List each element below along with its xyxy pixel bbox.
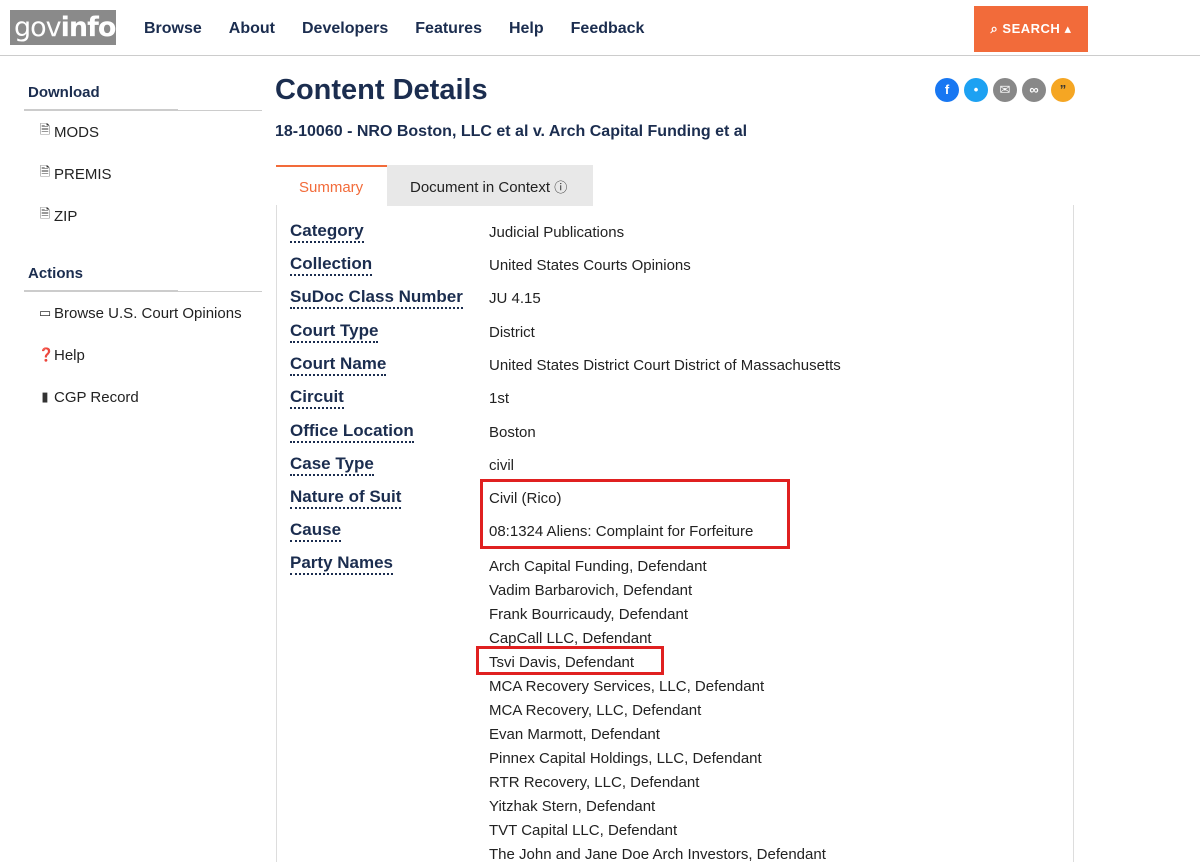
list-item: RTR Recovery, LLC, Defendant	[489, 774, 700, 791]
party-list: Arch Capital Funding, Defendant Vadim Ba…	[489, 555, 826, 862]
detail-value: United States District Court District of…	[489, 357, 841, 374]
action-browse-label: Browse U.S. Court Opinions	[54, 304, 242, 322]
detail-label: Circuit	[290, 387, 344, 409]
detail-label: Court Name	[290, 354, 387, 376]
file-archive-icon: 🗎	[39, 206, 51, 221]
download-zip-label: ZIP	[54, 207, 78, 225]
search-button[interactable]: ⌕ SEARCH ▴	[974, 6, 1088, 52]
email-icon[interactable]: ✉	[993, 78, 1017, 102]
page-title: Content Details	[275, 74, 488, 106]
detail-value: Judicial Publications	[489, 224, 625, 241]
action-cgp-label: CGP Record	[54, 388, 139, 406]
share-bar: f • ✉ ∞ ”	[935, 78, 1080, 102]
action-browse-court-opinions[interactable]: ▭ Browse U.S. Court Opinions	[24, 292, 262, 334]
tab-document-label: Document in Context	[410, 179, 551, 196]
detail-label: Collection	[290, 254, 373, 276]
info-circle-icon: ⓘ	[554, 180, 568, 195]
logo-suffix: info	[60, 12, 117, 43]
detail-label: Category	[290, 221, 364, 243]
twitter-icon[interactable]: •	[964, 78, 988, 102]
nav-feedback[interactable]: Feedback	[571, 18, 645, 40]
file-icon: 🗎	[39, 122, 51, 137]
list-item: Frank Bourricaudy, Defendant	[489, 606, 688, 623]
nav-help[interactable]: Help	[509, 18, 544, 40]
document-icon: ▮	[41, 389, 49, 404]
download-zip[interactable]: 🗎 ZIP	[24, 195, 262, 237]
detail-label: Case Type	[290, 454, 374, 476]
detail-value: 1st	[489, 390, 510, 407]
action-help[interactable]: ❓ Help	[24, 334, 262, 376]
detail-value: JU 4.15	[489, 290, 541, 307]
nav-developers[interactable]: Developers	[302, 18, 388, 40]
nav-about[interactable]: About	[229, 18, 275, 40]
detail-label: Office Location	[290, 421, 414, 443]
caret-up-icon: ▴	[1064, 21, 1072, 36]
inbox-icon: ▭	[38, 305, 52, 320]
nav-browse[interactable]: Browse	[144, 18, 202, 40]
detail-label: Cause	[290, 520, 342, 542]
tab-document-in-context[interactable]: Document in Context ⓘ	[387, 165, 593, 206]
list-item: Arch Capital Funding, Defendant	[489, 558, 707, 575]
list-item: TVT Capital LLC, Defendant	[489, 822, 678, 839]
link-icon[interactable]: ∞	[1022, 78, 1046, 102]
highlight-box-party	[476, 646, 664, 675]
question-circle-icon: ❓	[38, 347, 55, 362]
detail-value: District	[489, 324, 535, 341]
detail-value: United States Courts Opinions	[489, 257, 691, 274]
govinfo-logo[interactable]: govinfo	[10, 10, 116, 45]
list-item: MCA Recovery Services, LLC, Defendant	[489, 678, 765, 695]
download-premis-label: PREMIS	[54, 165, 112, 183]
main-nav: Browse About Developers Features Help Fe…	[144, 18, 671, 40]
quote-icon[interactable]: ”	[1051, 78, 1075, 102]
list-item: Yitzhak Stern, Defendant	[489, 798, 656, 815]
download-title: Download	[24, 76, 178, 111]
logo-prefix: gov	[14, 12, 62, 43]
list-item: Evan Marmott, Defendant	[489, 726, 660, 743]
action-cgp-record[interactable]: ▮ CGP Record	[24, 376, 262, 418]
download-mods[interactable]: 🗎 MODS	[24, 111, 262, 153]
tab-summary[interactable]: Summary	[276, 165, 387, 206]
file-code-icon: 🗎	[39, 164, 51, 179]
tab-bar: Summary Document in Context ⓘ	[276, 165, 593, 206]
case-subtitle: 18-10060 - NRO Boston, LLC et al v. Arch…	[275, 123, 748, 140]
action-help-label: Help	[54, 346, 85, 364]
download-premis[interactable]: 🗎 PREMIS	[24, 153, 262, 195]
detail-label: Nature of Suit	[290, 487, 402, 509]
detail-label: Court Type	[290, 321, 379, 343]
detail-value: Boston	[489, 424, 536, 441]
detail-label: SuDoc Class Number	[290, 287, 463, 309]
actions-title: Actions	[24, 257, 178, 292]
list-item: Pinnex Capital Holdings, LLC, Defendant	[489, 750, 762, 767]
search-label: SEARCH	[1002, 21, 1061, 36]
list-item: MCA Recovery, LLC, Defendant	[489, 702, 702, 719]
detail-value: civil	[489, 457, 514, 474]
party-names-label: Party Names	[290, 553, 394, 575]
sidebar: Download 🗎 MODS 🗎 PREMIS 🗎 ZIP Actions ▭…	[24, 76, 262, 418]
highlight-box-suit-cause	[480, 479, 790, 549]
facebook-icon[interactable]: f	[935, 78, 959, 102]
nav-features[interactable]: Features	[415, 18, 482, 40]
list-item: Vadim Barbarovich, Defendant	[489, 582, 693, 599]
download-mods-label: MODS	[54, 123, 99, 141]
search-icon: ⌕	[990, 21, 999, 36]
top-header: govinfo Browse About Developers Features…	[0, 0, 1200, 56]
list-item: The John and Jane Doe Arch Investors, De…	[489, 846, 826, 862]
